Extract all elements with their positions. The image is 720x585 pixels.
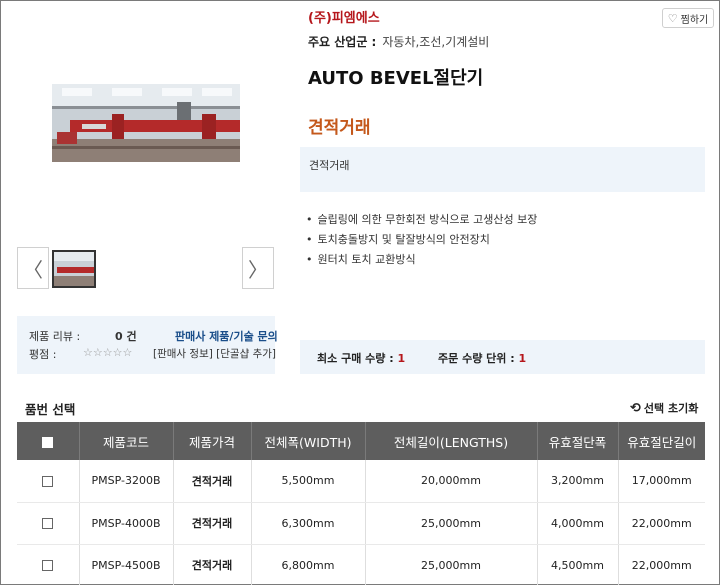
length-cell: 25,000mm — [365, 502, 538, 545]
seller-inquiry-link[interactable]: 판매사 제품/기술 문의 — [175, 328, 278, 344]
column-header: 제품가격 — [173, 422, 252, 460]
reset-selection-button[interactable]: ⟲ 선택 초기화 — [630, 400, 698, 416]
refresh-icon: ⟲ — [630, 401, 641, 416]
width-cell: 6,300mm — [251, 502, 366, 545]
column-header: 전체폭(WIDTH) — [251, 422, 366, 460]
product-title: AUTO BEVEL절단기 — [308, 68, 484, 89]
chevron-left-icon: 〈 — [23, 257, 43, 282]
seller-name-link[interactable]: (주)피엠에스 — [308, 7, 380, 26]
industry-value: 자동차,조선,기계설비 — [382, 35, 490, 49]
price-note-box: 견적거래 — [300, 147, 705, 192]
order-quantity-unit: 주문 수량 단위 : 1 — [438, 350, 526, 366]
min-qty-value: 1 — [397, 352, 406, 365]
review-panel: 제품 리뷰 : 0 건 판매사 제품/기술 문의 평점 : ☆☆☆☆☆ [판매사… — [17, 316, 278, 374]
industry-line: 주요 산업군 : 자동차,조선,기계설비 — [308, 33, 489, 50]
table-row[interactable]: PMSP-3200B 견적거래 5,500mm 20,000mm 3,200mm… — [17, 460, 705, 503]
seller-info-links[interactable]: [판매사 정보] [단골샵 추가] — [153, 346, 276, 361]
wishlist-label: 찜하기 — [680, 14, 709, 26]
feature-list: 슬립링에 의한 무한회전 방식으로 고생산성 보장 토치충돌방지 및 탈잘방식의… — [306, 212, 538, 272]
review-label: 제품 리뷰 : — [29, 330, 81, 343]
select-all-header[interactable] — [17, 422, 80, 460]
product-price: 견적거래 — [308, 118, 371, 138]
cut-width-cell: 3,200mm — [537, 460, 619, 503]
rating-row: 평점 : ☆☆☆☆☆ [판매사 정보] [단골샵 추가] — [29, 346, 276, 362]
feature-item: 토치충돌방지 및 탈잘방식의 안전장치 — [306, 232, 537, 252]
cut-length-cell: 22,000mm — [618, 502, 705, 545]
review-row: 제품 리뷰 : 0 건 판매사 제품/기술 문의 — [29, 328, 278, 344]
gallery-prev-button[interactable]: 〈 — [17, 247, 49, 289]
purchase-quantity-box: 최소 구매 수량 : 1 주문 수량 단위 : 1 — [300, 340, 705, 374]
column-header: 유효절단폭 — [537, 422, 619, 460]
cut-width-cell: 4,000mm — [537, 502, 619, 545]
feature-item: 원터치 토치 교환방식 — [306, 252, 537, 272]
price-cell: 견적거래 — [173, 502, 252, 545]
table-header-row: 제품코드 제품가격 전체폭(WIDTH) 전체길이(LENGTHS) 유효절단폭… — [17, 422, 705, 460]
min-purchase-quantity: 최소 구매 수량 : 1 — [317, 350, 405, 366]
row-checkbox[interactable] — [42, 475, 54, 487]
machine-photo — [52, 84, 240, 162]
unit-qty-label: 주문 수량 단위 : — [438, 352, 519, 365]
width-cell: 5,500mm — [251, 460, 366, 503]
unit-qty-value: 1 — [518, 352, 527, 365]
product-code-cell: PMSP-3200B — [79, 460, 174, 503]
row-checkbox[interactable] — [42, 518, 54, 529]
heart-icon: ♡ — [667, 11, 678, 25]
min-qty-label: 최소 구매 수량 : — [317, 352, 398, 365]
rating-label: 평점 : — [29, 348, 57, 361]
option-table: 제품코드 제품가격 전체폭(WIDTH) 전체길이(LENGTHS) 유효절단폭… — [17, 422, 705, 585]
price-cell: 견적거래 — [173, 544, 252, 585]
price-note: 견적거래 — [309, 159, 350, 172]
reset-label: 선택 초기화 — [643, 402, 699, 415]
select-all-checkbox[interactable] — [42, 436, 54, 448]
feature-item: 슬립링에 의한 무한회전 방식으로 고생산성 보장 — [306, 212, 538, 232]
row-checkbox[interactable] — [42, 560, 54, 571]
product-code-cell: PMSP-4000B — [79, 502, 174, 545]
product-code-cell: PMSP-4500B — [79, 544, 174, 585]
price-cell: 견적거래 — [173, 460, 252, 503]
column-header: 제품코드 — [79, 422, 174, 460]
length-cell: 20,000mm — [365, 460, 538, 503]
chevron-right-icon: 〉 — [248, 257, 268, 282]
length-cell: 25,000mm — [365, 544, 538, 585]
table-row[interactable]: PMSP-4000B 견적거래 6,300mm 25,000mm 4,000mm… — [17, 502, 705, 545]
table-row[interactable]: PMSP-4500B 견적거래 6,800mm 25,000mm 4,500mm… — [17, 544, 705, 585]
product-main-image[interactable] — [52, 84, 240, 162]
industry-label: 주요 산업군 : — [308, 35, 377, 49]
column-header: 전체길이(LENGTHS) — [365, 422, 538, 460]
gallery-thumbnail[interactable] — [52, 250, 96, 288]
option-section-title: 품번 선택 — [25, 402, 76, 417]
width-cell: 6,800mm — [251, 544, 366, 585]
rating-stars-icon: ☆☆☆☆☆ — [83, 346, 133, 359]
cut-width-cell: 4,500mm — [537, 544, 619, 585]
wishlist-button[interactable]: ♡ 찜하기 — [662, 8, 714, 28]
column-header: 유효절단길이 — [618, 422, 705, 460]
cut-length-cell: 22,000mm — [618, 544, 705, 585]
review-count[interactable]: 0 건 — [115, 328, 137, 344]
gallery-next-button[interactable]: 〉 — [242, 247, 274, 289]
cut-length-cell: 17,000mm — [618, 460, 705, 503]
machine-thumbnail-photo — [54, 252, 94, 286]
